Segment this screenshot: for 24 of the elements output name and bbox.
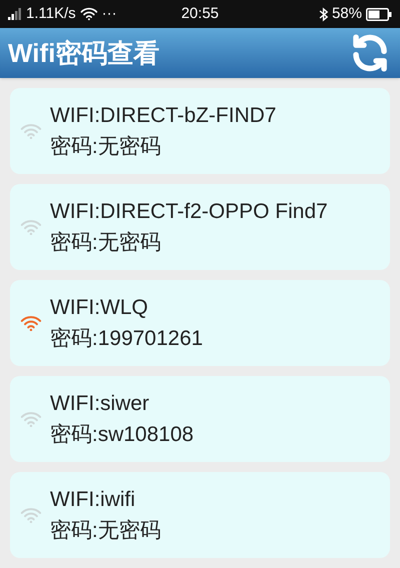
battery-percent: 58% bbox=[332, 4, 362, 24]
wifi-name: WIFI:DIRECT-f2-OPPO Find7 bbox=[50, 199, 328, 225]
battery-icon bbox=[366, 8, 392, 20]
wifi-name: WIFI:DIRECT-bZ-FIND7 bbox=[50, 103, 276, 129]
wifi-password: 密码:sw108108 bbox=[50, 422, 194, 448]
wifi-icon bbox=[80, 7, 98, 21]
wifi-name: WIFI:iwifi bbox=[50, 487, 136, 513]
wifi-password: 密码:无密码 bbox=[50, 518, 161, 544]
wifi-name: WIFI:siwer bbox=[50, 391, 150, 417]
wifi-name: WIFI:WLQ bbox=[50, 295, 149, 321]
app-title: Wifi密码查看 bbox=[8, 36, 160, 70]
bluetooth-icon bbox=[318, 6, 328, 22]
wifi-card[interactable]: WIFI:iwifi 密码:无密码 bbox=[10, 472, 390, 558]
wifi-card[interactable]: WIFI:DIRECT-f2-OPPO Find7 密码:无密码 bbox=[10, 184, 390, 270]
wifi-password: 密码:无密码 bbox=[50, 134, 162, 160]
wifi-card[interactable]: WIFI:DIRECT-bZ-FIND7 密码:无密码 bbox=[10, 88, 390, 174]
wifi-card[interactable]: WIFI:siwer 密码:sw108108 bbox=[10, 376, 390, 462]
wifi-card[interactable]: WIFI:WLQ 密码:199701261 bbox=[10, 280, 390, 366]
clock: 20:55 bbox=[180, 4, 220, 24]
wifi-password: 密码:无密码 bbox=[50, 230, 162, 256]
wifi-password: 密码:199701261 bbox=[50, 326, 203, 352]
network-speed: 1.11K/s bbox=[26, 4, 76, 24]
signal-icon bbox=[8, 8, 22, 20]
more-indicator: ··· bbox=[102, 4, 117, 24]
